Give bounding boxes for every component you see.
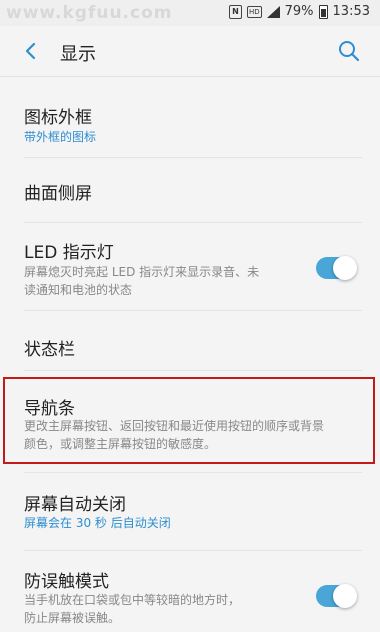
setting-edge-screen[interactable]: 曲面侧屏 <box>0 170 380 210</box>
screen-timeout-value: 屏幕会在 30 秒 后自动关闭 <box>24 516 171 530</box>
setting-accidental-touch[interactable]: 防误触模式 当手机放在口袋或包中等较暗的地方时， 防止屏幕被误触。 <box>0 556 380 632</box>
chevron-left-icon[interactable] <box>20 40 42 62</box>
led-desc-line1: 屏幕熄灭时亮起 LED 指示灯来显示录音、未 <box>24 265 260 279</box>
setting-screen-timeout[interactable]: 屏幕自动关闭 屏幕会在 30 秒 后自动关闭 <box>0 480 380 542</box>
accidental-touch-toggle[interactable] <box>316 584 357 608</box>
nfc-icon: N <box>228 4 242 19</box>
search-icon[interactable] <box>336 38 362 64</box>
divider <box>24 472 362 473</box>
led-toggle[interactable] <box>316 256 357 280</box>
led-title: LED 指示灯 <box>24 243 114 263</box>
icon-frame-title: 图标外框 <box>24 108 92 128</box>
setting-status-bar[interactable]: 状态栏 <box>0 320 380 365</box>
icon-frame-value: 带外框的图标 <box>24 130 97 144</box>
hd-icon: HD <box>246 5 262 18</box>
divider <box>24 370 362 371</box>
accidental-touch-desc-line2: 防止屏幕被误触。 <box>24 611 121 625</box>
led-desc-line2: 读通知和电池的状态 <box>24 283 133 297</box>
screen-timeout-title: 屏幕自动关闭 <box>24 495 126 515</box>
divider <box>24 157 362 158</box>
setting-led-indicator[interactable]: LED 指示灯 屏幕熄灭时亮起 LED 指示灯来显示录音、未 读通知和电池的状态 <box>0 228 380 308</box>
accidental-touch-title: 防误触模式 <box>24 572 109 592</box>
highlight-box <box>3 377 375 464</box>
app-bar: 显示 <box>0 26 380 76</box>
battery-icon <box>318 4 328 19</box>
signal-icon <box>266 5 280 18</box>
status-bar: www.kgfuu.com N HD 79% 13:53 <box>0 0 380 26</box>
toggle-knob <box>333 584 357 608</box>
header-divider <box>0 76 380 77</box>
clock: 13:53 <box>332 4 370 19</box>
status-icons: N HD 79% 13:53 <box>228 4 370 19</box>
toggle-knob <box>333 256 357 280</box>
setting-icon-frame[interactable]: 图标外框 带外框的图标 <box>0 95 380 157</box>
edge-screen-title: 曲面侧屏 <box>24 184 92 204</box>
divider <box>24 222 362 223</box>
battery-percent: 79% <box>284 4 314 19</box>
divider <box>24 310 362 311</box>
watermark-text: www.kgfuu.com <box>6 3 173 23</box>
divider <box>24 550 362 551</box>
status-bar-title: 状态栏 <box>24 340 75 360</box>
page-title: 显示 <box>60 44 96 65</box>
accidental-touch-desc-line1: 当手机放在口袋或包中等较暗的地方时， <box>24 593 241 607</box>
